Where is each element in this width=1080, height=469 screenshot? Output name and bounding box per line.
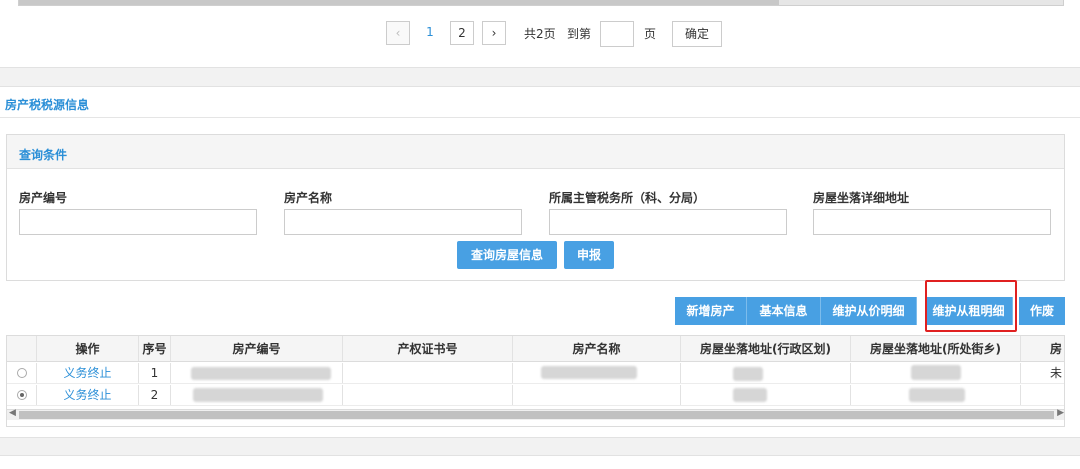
row-radio[interactable] [16, 368, 27, 378]
property-tax-source-panel: 房产税税源信息 查询条件 房产编号 房产名称 所属主管税务所（科、分局） 房屋坐… [0, 86, 1080, 438]
declare-button[interactable]: 申报 [564, 241, 614, 269]
header-property-id: 房产编号 [171, 336, 343, 361]
property-name-label: 房产名称 [284, 191, 333, 205]
row-radio-selected[interactable] [16, 390, 27, 400]
row-property-name [513, 363, 681, 383]
table-row[interactable]: 义务终止 2 [7, 385, 1064, 406]
property-id-input[interactable] [19, 209, 257, 235]
row-property-id [171, 385, 343, 405]
page-2-button[interactable]: 2 [450, 21, 474, 45]
row-radio-cell[interactable] [7, 385, 37, 405]
table-row[interactable]: 义务终止 1 未 [7, 363, 1064, 384]
row-address-district [681, 363, 851, 383]
pagination: ‹ 1 2 › 共2页 到第 页 确定 [0, 21, 1080, 47]
top-panel: ‹ 1 2 › 共2页 到第 页 确定 [0, 0, 1080, 68]
query-header: 查询条件 [7, 135, 1064, 169]
confirm-page-button[interactable]: 确定 [672, 21, 722, 47]
top-horizontal-scrollbar[interactable] [18, 0, 1064, 6]
table-scrollbar-thumb[interactable] [19, 411, 1054, 419]
row-index: 2 [139, 385, 171, 405]
row-more [1021, 385, 1064, 405]
table-horizontal-scrollbar[interactable]: ◀ ▶ [7, 408, 1064, 420]
row-property-id [171, 363, 343, 383]
basic-info-button[interactable]: 基本信息 [747, 297, 821, 325]
goto-page-input[interactable] [600, 21, 634, 47]
header-more: 房 [1049, 342, 1062, 356]
property-table: 操作 序号 房产编号 产权证书号 房产名称 房屋坐落地址(行政区划) 房屋坐落地… [6, 335, 1065, 427]
prev-page-button[interactable]: ‹ [386, 21, 410, 45]
address-input[interactable] [813, 209, 1051, 235]
terminate-obligation-link[interactable]: 义务终止 [37, 363, 139, 383]
row-address-district [681, 385, 851, 405]
tax-office-input[interactable] [549, 209, 787, 235]
row-property-name [513, 385, 681, 405]
header-index: 序号 [139, 336, 171, 361]
page-suffix-label: 页 [644, 27, 657, 41]
maintain-value-detail-button[interactable]: 维护从价明细 [821, 297, 917, 325]
address-label: 房屋坐落详细地址 [813, 191, 910, 205]
row-address-street [851, 363, 1021, 383]
highlight-box [925, 280, 1017, 332]
row-index: 1 [139, 363, 171, 383]
search-property-button[interactable]: 查询房屋信息 [457, 241, 557, 269]
goto-label: 到第 [567, 27, 592, 41]
query-title: 查询条件 [19, 148, 68, 162]
row-more: 未 [1049, 366, 1062, 380]
row-address-street [851, 385, 1021, 405]
section-divider [0, 117, 1080, 118]
row-certificate-no [343, 385, 513, 405]
scroll-left-icon[interactable]: ◀ [9, 408, 16, 418]
tax-office-label: 所属主管税务所（科、分局） [549, 191, 706, 205]
property-name-input[interactable] [284, 209, 522, 235]
header-property-name: 房产名称 [513, 336, 681, 361]
total-pages-label: 共2页 [524, 27, 556, 41]
header-certificate-no: 产权证书号 [343, 336, 513, 361]
terminate-obligation-link[interactable]: 义务终止 [37, 385, 139, 405]
header-address-street: 房屋坐落地址(所处街乡) [851, 336, 1021, 361]
scroll-right-icon[interactable]: ▶ [1057, 408, 1064, 418]
top-scrollbar-thumb[interactable] [19, 0, 779, 5]
row-radio-cell[interactable] [7, 363, 37, 383]
void-button[interactable]: 作废 [1019, 297, 1065, 325]
row-certificate-no [343, 363, 513, 383]
header-action: 操作 [37, 336, 139, 361]
table-header: 操作 序号 房产编号 产权证书号 房产名称 房屋坐落地址(行政区划) 房屋坐落地… [7, 336, 1064, 362]
header-address-district: 房屋坐落地址(行政区划) [681, 336, 851, 361]
add-property-button[interactable]: 新增房产 [675, 297, 747, 325]
query-conditions-box: 查询条件 房产编号 房产名称 所属主管税务所（科、分局） 房屋坐落详细地址 查询… [6, 134, 1065, 281]
property-id-label: 房产编号 [19, 191, 68, 205]
header-select [7, 336, 37, 361]
next-page-button[interactable]: › [482, 21, 506, 45]
bottom-panel-edge [0, 455, 1080, 469]
section-title: 房产税税源信息 [5, 98, 90, 112]
page-1-link[interactable]: 1 [418, 21, 442, 45]
